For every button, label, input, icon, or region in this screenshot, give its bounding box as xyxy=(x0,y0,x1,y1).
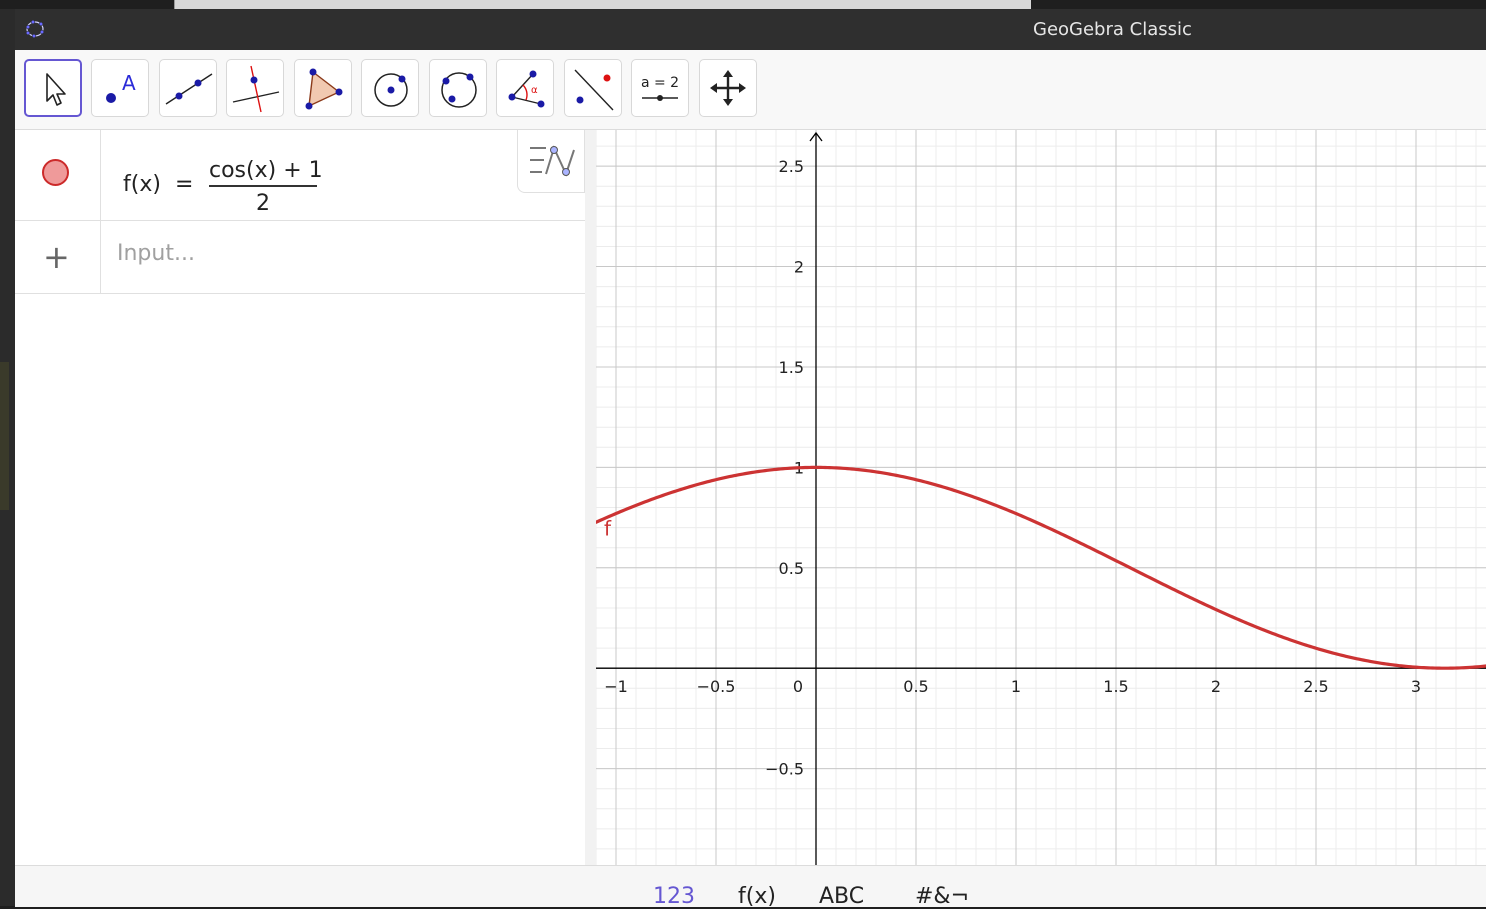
x-tick-label: 3 xyxy=(1411,677,1421,696)
slider-icon: a = 2 xyxy=(641,75,679,101)
move-arrows-icon xyxy=(710,70,746,106)
perpendicular-line-icon xyxy=(232,65,280,113)
circle-three-points-tool-button[interactable] xyxy=(429,59,487,117)
x-tick-label: 0.5 xyxy=(903,677,928,696)
point-tool-button[interactable]: A xyxy=(91,59,149,117)
x-tick-label: 2.5 xyxy=(1303,677,1328,696)
plus-icon[interactable]: + xyxy=(43,239,70,275)
algebra-input-field[interactable]: Input... xyxy=(117,241,195,266)
function-lhs: f(x) xyxy=(123,172,161,197)
keyboard-tab-letters[interactable]: ABC xyxy=(819,884,864,909)
x-tick-label: 1 xyxy=(1011,677,1021,696)
polygon-tool-button[interactable] xyxy=(294,59,352,117)
y-tick-label: 1.5 xyxy=(779,358,804,377)
style-bar-toggle-button[interactable] xyxy=(517,130,585,193)
window-title: GeoGebra Classic xyxy=(1033,19,1192,40)
equals-sign: = xyxy=(175,172,194,197)
x-tick-label: −0.5 xyxy=(697,677,736,696)
algebra-view: f(x) = cos(x) + 1 2 + Input... xyxy=(15,130,586,865)
y-tick-label: 2 xyxy=(794,258,804,277)
y-tick-label: 0.5 xyxy=(779,559,804,578)
graphics-canvas[interactable]: −1 −0.5 0 0.5 1 1.5 2 2.5 32.521.510.5−0.5f xyxy=(594,130,1486,865)
x-tick-label: 2 xyxy=(1211,677,1221,696)
fraction-bar xyxy=(209,185,317,187)
angle-tool-label: α xyxy=(531,85,538,96)
keyboard-tab-symbols[interactable]: #&¬ xyxy=(915,884,969,909)
move-graphics-view-tool-button[interactable] xyxy=(699,59,757,117)
keyboard-tab-bar: 123 f(x) ABC #&¬ xyxy=(15,865,1486,909)
algebra-entry-f[interactable]: f(x) = cos(x) + 1 2 xyxy=(15,130,585,221)
point-icon: A xyxy=(106,71,136,103)
fraction: cos(x) + 1 2 xyxy=(209,158,323,216)
title-bar[interactable]: GeoGebra Classic xyxy=(15,9,1486,50)
slider-tool-button[interactable]: a = 2 xyxy=(631,59,689,117)
angle-icon: α xyxy=(508,70,545,108)
function-label: f xyxy=(604,517,612,541)
circle-center-point-icon xyxy=(374,73,408,107)
slider-tool-label: a = 2 xyxy=(641,75,679,91)
background-card xyxy=(0,362,9,510)
move-tool-button[interactable] xyxy=(24,59,82,117)
x-tick-label: −1 xyxy=(604,677,628,696)
reflect-icon xyxy=(574,69,614,111)
geogebra-logo-icon[interactable] xyxy=(25,19,45,39)
line-icon xyxy=(165,73,213,105)
perpendicular-line-tool-button[interactable] xyxy=(226,59,284,117)
visibility-toggle-column xyxy=(15,130,101,220)
y-tick-label: −0.5 xyxy=(765,760,804,779)
keyboard-tab-numbers[interactable]: 123 xyxy=(653,884,695,909)
toolbar: A α a = 2 xyxy=(15,50,1486,130)
circle-three-points-icon xyxy=(441,72,477,108)
graphics-view[interactable]: −1 −0.5 0 0.5 1 1.5 2 2.5 3 2.5 2 1.5 1 0.5 −0.5 f xyxy=(594,130,1486,865)
angle-tool-button[interactable]: α xyxy=(496,59,554,117)
fraction-denominator: 2 xyxy=(256,190,270,216)
keyboard-tab-functions[interactable]: f(x) xyxy=(738,884,776,909)
visibility-toggle-dot[interactable] xyxy=(42,159,69,186)
circle-center-point-tool-button[interactable] xyxy=(361,59,419,117)
reflect-about-line-tool-button[interactable] xyxy=(564,59,622,117)
polygon-icon xyxy=(305,68,343,110)
input-marker-column: + xyxy=(15,221,101,293)
x-tick-label: 0 xyxy=(793,677,803,696)
cursor-arrow-icon xyxy=(46,73,66,106)
algebra-input-row[interactable]: + Input... xyxy=(15,221,585,294)
background-window-strip xyxy=(174,0,1031,9)
line-tool-button[interactable] xyxy=(159,59,217,117)
x-tick-label: 1.5 xyxy=(1103,677,1128,696)
point-tool-label: A xyxy=(122,71,136,95)
y-tick-label: 2.5 xyxy=(779,157,804,176)
fraction-numerator: cos(x) + 1 xyxy=(209,158,323,183)
style-bar-icon xyxy=(530,145,575,177)
